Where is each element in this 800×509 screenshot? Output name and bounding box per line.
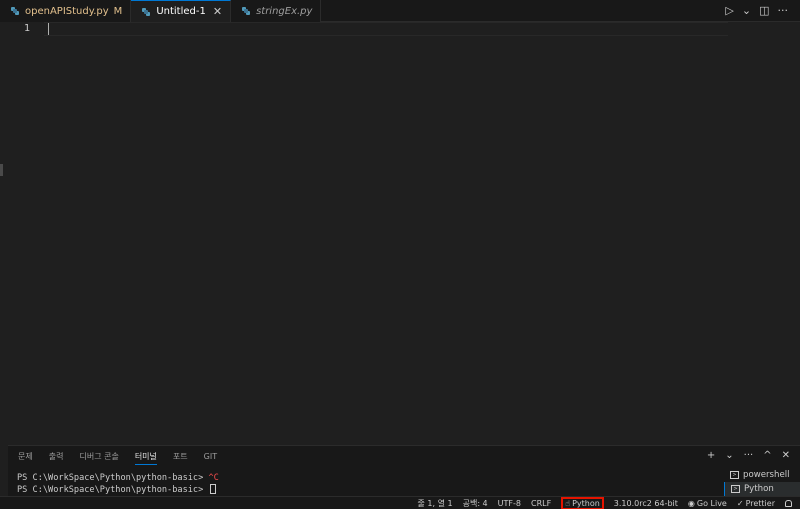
status-go-live[interactable]: ◉ Go Live (688, 499, 727, 508)
pointer-hand-icon: ☝ (565, 498, 571, 508)
tab-label: openAPIStudy.py (25, 5, 109, 17)
python-file-icon (11, 7, 19, 15)
tab-problems[interactable]: 문제 (18, 451, 33, 465)
editor-tab-bar: openAPIStudy.py M Untitled-1 ✕ stringEx.… (0, 0, 800, 22)
status-go-live-label: Go Live (696, 498, 727, 508)
status-language-label: Python (572, 498, 600, 508)
chevron-down-icon[interactable]: ⌄ (725, 450, 733, 461)
tab-terminal[interactable]: 터미널 (134, 451, 157, 465)
status-language-mode[interactable]: ☝ Python (561, 496, 604, 509)
split-editor-icon[interactable]: ◫ (759, 4, 769, 17)
terminal-cursor (210, 484, 217, 494)
close-icon[interactable]: ✕ (213, 5, 222, 18)
status-indentation[interactable]: 공백: 4 (463, 498, 488, 509)
tab-ports[interactable]: 포트 (173, 451, 188, 465)
modified-flag: M (113, 5, 123, 17)
status-cursor-position[interactable]: 줄 1, 열 1 (418, 498, 453, 509)
python-file-icon (142, 7, 151, 16)
terminal-item-label: Python (744, 484, 774, 494)
terminal-output[interactable]: PS C:\WorkSpace\Python\python-basic> ^C … (17, 473, 219, 496)
status-encoding[interactable]: UTF-8 (498, 499, 521, 508)
maximize-panel-icon[interactable]: ^ (763, 450, 771, 461)
sash-marker[interactable] (0, 164, 3, 176)
bell-icon[interactable] (785, 499, 792, 507)
close-icon[interactable]: ✕ (782, 450, 790, 461)
terminal-prompt: PS C:\WorkSpace\Python\python-basic> (17, 473, 209, 483)
terminal-list: > powershell > Python (724, 468, 800, 496)
broadcast-icon: ◉ (687, 498, 695, 508)
editor-area[interactable]: 1 (0, 22, 800, 445)
status-prettier-label: Prettier (745, 498, 775, 508)
terminal-item-python[interactable]: > Python (724, 482, 800, 496)
add-terminal-icon[interactable]: + (707, 450, 715, 461)
current-line-highlight (44, 22, 728, 36)
text-cursor (48, 23, 49, 35)
python-file-icon (242, 7, 251, 15)
editor-actions: ▷ ⌄ ◫ ··· (725, 0, 800, 21)
line-number: 1 (24, 23, 31, 34)
more-icon[interactable]: ··· (744, 450, 754, 461)
tab-debug-console[interactable]: 디버그 콘솔 (79, 451, 118, 465)
bottom-panel: 문제 출력 디버그 콘솔 터미널 포트 GIT + ⌄ ··· ^ ✕ PS C… (8, 445, 800, 496)
panel-tabs: 문제 출력 디버그 콘솔 터미널 포트 GIT (18, 451, 217, 465)
terminal-interrupt: ^C (208, 473, 219, 483)
tab-git[interactable]: GIT (204, 451, 217, 465)
status-python-interpreter[interactable]: 3.10.0rc2 64-bit (614, 499, 678, 508)
tab-bar-spacer (321, 0, 725, 21)
check-icon: ✓ (736, 498, 744, 508)
terminal-item-label: powershell (743, 470, 790, 480)
run-icon[interactable]: ▷ (725, 4, 733, 17)
tab-label: Untitled-1 (156, 6, 206, 17)
terminal-icon: > (730, 471, 739, 479)
terminal-prompt: PS C:\WorkSpace\Python\python-basic> (17, 485, 209, 495)
terminal-icon: > (731, 485, 740, 493)
tab-output[interactable]: 출력 (49, 451, 64, 465)
chevron-down-icon[interactable]: ⌄ (742, 4, 751, 17)
panel-actions: + ⌄ ··· ^ ✕ (707, 450, 790, 461)
status-eol[interactable]: CRLF (531, 499, 551, 508)
status-prettier[interactable]: ✓ Prettier (737, 499, 775, 508)
more-icon[interactable]: ··· (778, 4, 789, 17)
terminal-item-powershell[interactable]: > powershell (724, 468, 800, 482)
tab-openapistudy[interactable]: openAPIStudy.py M (0, 0, 132, 22)
tab-label: stringEx.py (256, 5, 313, 17)
tab-stringex[interactable]: stringEx.py (231, 0, 322, 22)
tab-untitled-1[interactable]: Untitled-1 ✕ (131, 0, 232, 22)
status-bar: 줄 1, 열 1 공백: 4 UTF-8 CRLF ☝ Python 3.10.… (0, 496, 800, 509)
